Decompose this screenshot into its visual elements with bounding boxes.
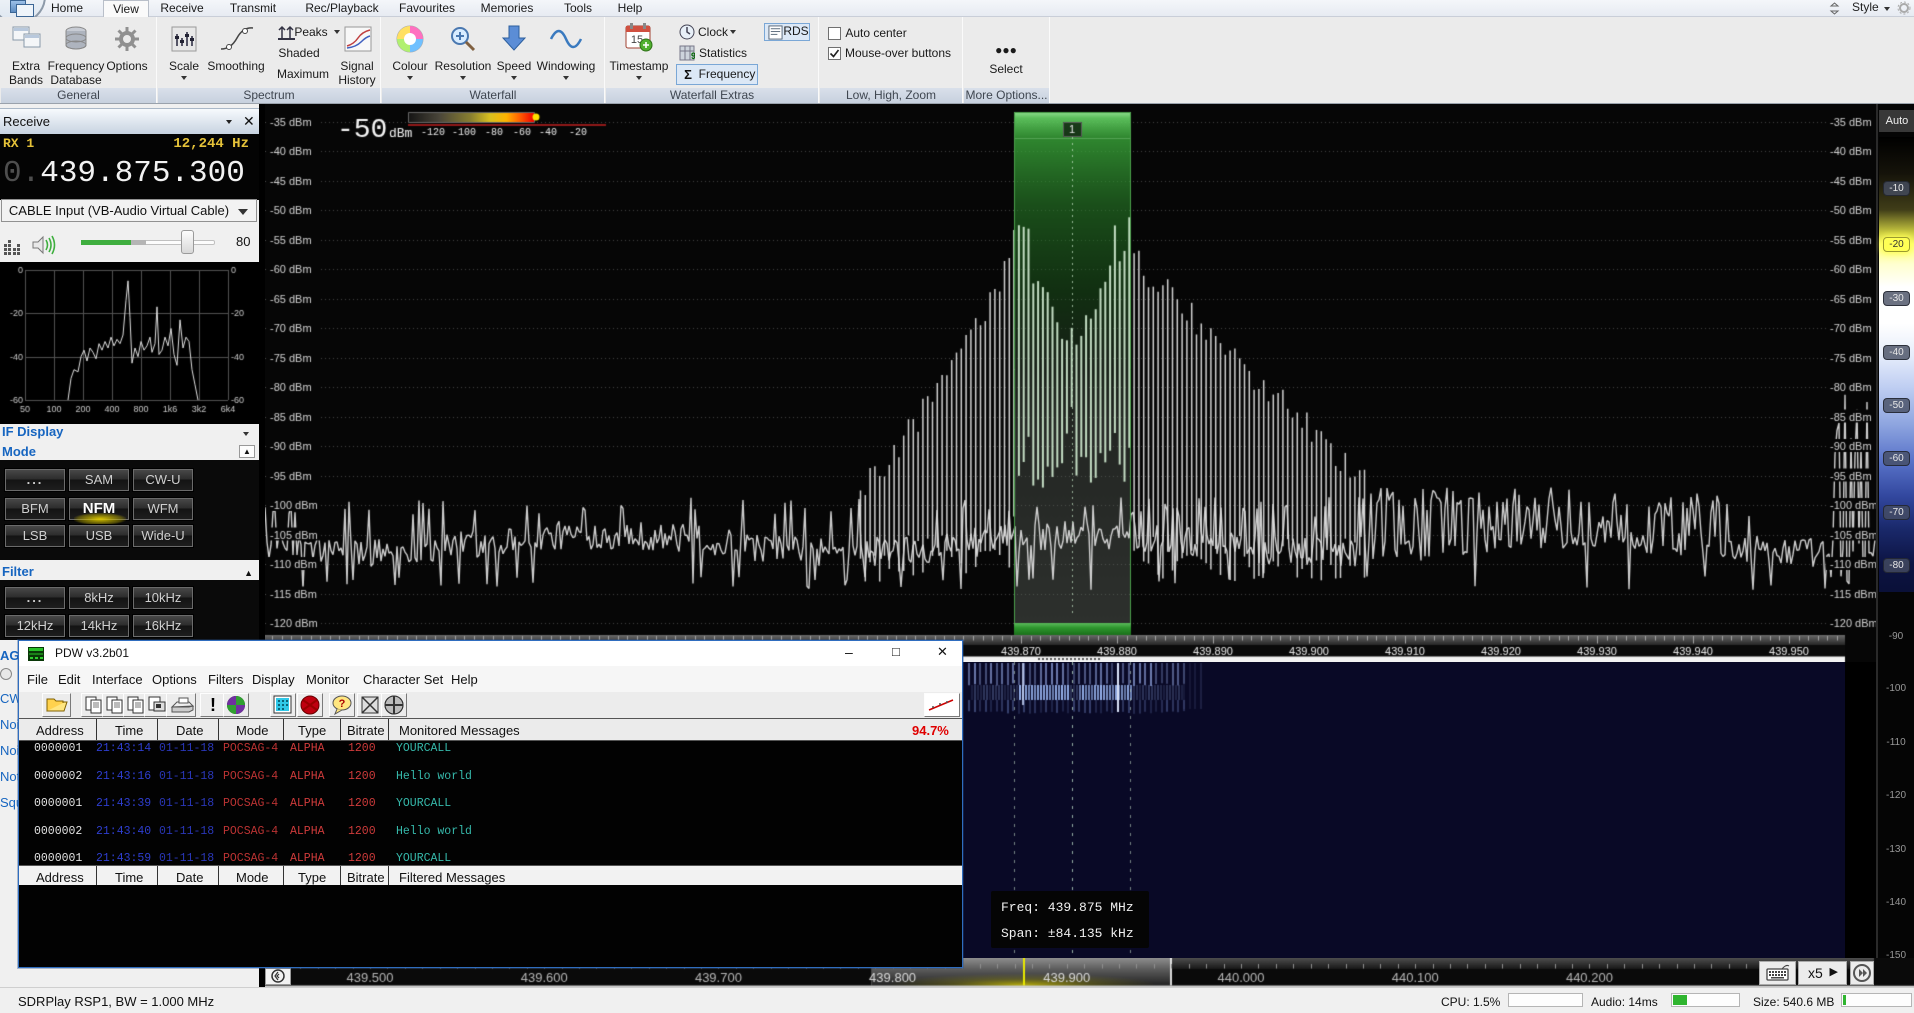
svg-text:!: ! — [210, 695, 216, 715]
svg-text:?: ? — [339, 698, 346, 710]
